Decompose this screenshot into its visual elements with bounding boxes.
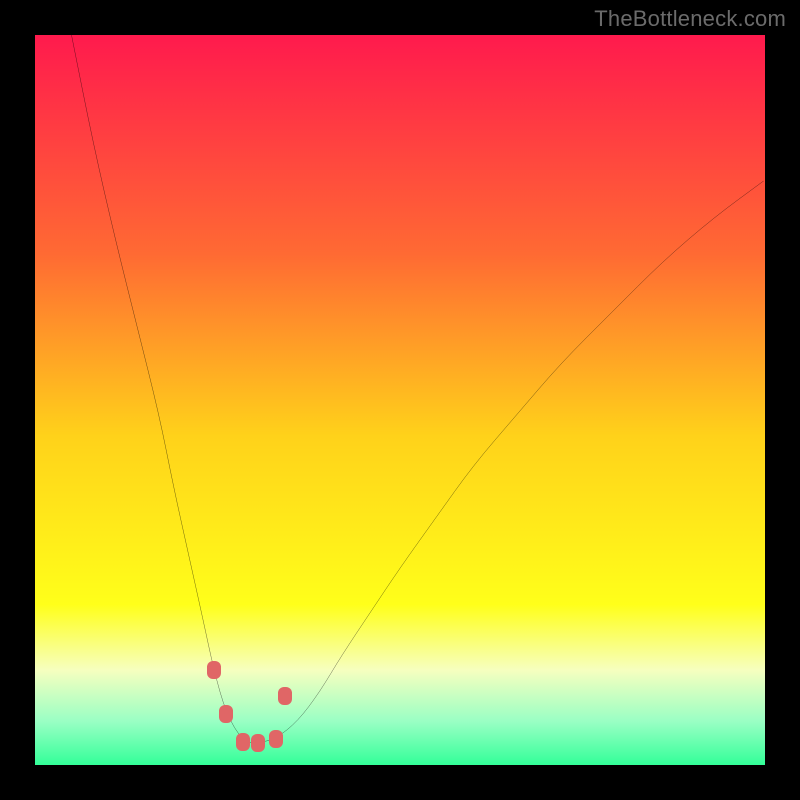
data-marker [207, 661, 221, 679]
plot-area [35, 35, 765, 765]
data-marker [278, 687, 292, 705]
data-marker [236, 733, 250, 751]
data-marker [219, 705, 233, 723]
bottleneck-curve [72, 35, 764, 743]
data-marker [269, 730, 283, 748]
chart-frame: TheBottleneck.com [0, 0, 800, 800]
data-marker [251, 734, 265, 752]
watermark-text: TheBottleneck.com [594, 6, 786, 32]
curve-layer [35, 35, 765, 765]
